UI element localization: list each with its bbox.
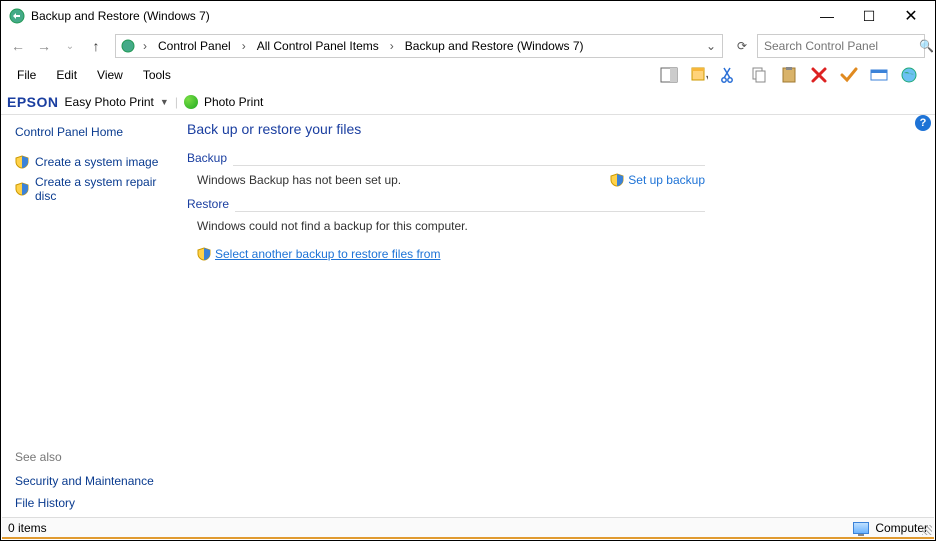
shield-icon [197, 247, 211, 261]
create-repair-disc-link[interactable]: Create a system repair disc [15, 175, 173, 203]
copy-icon[interactable] [749, 65, 769, 85]
crumb-backup-restore[interactable]: Backup and Restore (Windows 7) [401, 39, 588, 53]
view-options-icon[interactable]: ▾ [689, 65, 709, 85]
cut-icon[interactable] [719, 65, 739, 85]
create-system-image-label: Create a system image [35, 155, 158, 169]
location-icon [120, 38, 136, 54]
title-bar: Backup and Restore (Windows 7) — ☐ ✕ [1, 1, 935, 31]
resize-handle[interactable] [922, 525, 932, 535]
path-dropdown[interactable]: ⌄ [704, 39, 718, 53]
dropdown-icon[interactable]: ▼ [160, 97, 169, 107]
sidebar: Control Panel Home Create a system image… [1, 115, 181, 518]
window-icon[interactable] [869, 65, 889, 85]
easy-photo-print[interactable]: Easy Photo Print [65, 95, 154, 109]
backup-status-text: Windows Backup has not been set up. [197, 173, 610, 187]
window-title: Backup and Restore (Windows 7) [31, 9, 210, 23]
items-count: 0 items [8, 521, 47, 535]
file-history-link[interactable]: File History [15, 496, 173, 510]
preview-pane-icon[interactable] [659, 65, 679, 85]
recent-dropdown[interactable]: ⌄ [59, 35, 81, 57]
shield-icon [610, 173, 624, 187]
minimize-button[interactable]: — [815, 8, 839, 24]
select-another-backup-label: Select another backup to restore files f… [215, 247, 440, 261]
divider [235, 211, 705, 212]
check-icon[interactable] [839, 65, 859, 85]
forward-button[interactable]: → [33, 35, 55, 57]
menu-tools[interactable]: Tools [133, 65, 181, 85]
create-system-image-link[interactable]: Create a system image [15, 155, 173, 169]
toolbar-icons: ▾ [659, 65, 929, 85]
backup-section-title: Backup [187, 151, 233, 165]
menu-view[interactable]: View [87, 65, 133, 85]
search-input[interactable] [764, 39, 919, 53]
status-bar: 0 items Computer [2, 517, 934, 539]
crumb-all-items[interactable]: All Control Panel Items [253, 39, 383, 53]
security-maintenance-link[interactable]: Security and Maintenance [15, 474, 173, 488]
search-icon[interactable]: 🔍 [919, 39, 934, 53]
search-box[interactable]: 🔍 [757, 34, 925, 58]
menu-file[interactable]: File [7, 65, 46, 85]
photo-print[interactable]: Photo Print [204, 95, 263, 109]
back-button[interactable]: ← [7, 35, 29, 57]
epson-toolbar: EPSON Easy Photo Print ▼ | Photo Print [1, 89, 935, 115]
restore-section-title: Restore [187, 197, 235, 211]
divider [233, 165, 705, 166]
shield-icon [15, 182, 29, 196]
up-button[interactable]: ↑ [85, 35, 107, 57]
delete-icon[interactable] [809, 65, 829, 85]
restore-status-text: Windows could not find a backup for this… [197, 219, 705, 233]
menu-bar: File Edit View Tools ▾ [1, 61, 935, 89]
create-repair-disc-label: Create a system repair disc [35, 175, 173, 203]
breadcrumb-bar[interactable]: › Control Panel › All Control Panel Item… [115, 34, 723, 58]
main-pane: ? Back up or restore your files Backup W… [181, 115, 935, 518]
refresh-button[interactable]: ⟳ [731, 39, 753, 53]
set-up-backup-label: Set up backup [628, 173, 705, 187]
address-bar: ← → ⌄ ↑ › Control Panel › All Control Pa… [1, 31, 935, 61]
help-globe-icon[interactable] [899, 65, 919, 85]
help-icon[interactable]: ? [915, 115, 931, 131]
app-icon [9, 8, 25, 24]
close-button[interactable]: ✕ [899, 6, 923, 26]
set-up-backup-link[interactable]: Set up backup [610, 173, 705, 187]
computer-label: Computer [875, 521, 928, 535]
photo-print-icon [184, 95, 198, 109]
page-heading: Back up or restore your files [187, 121, 705, 137]
chevron-icon[interactable]: › [138, 39, 152, 53]
epson-brand: EPSON [7, 94, 59, 110]
menu-edit[interactable]: Edit [46, 65, 87, 85]
computer-icon [853, 522, 869, 534]
shield-icon [15, 155, 29, 169]
paste-icon[interactable] [779, 65, 799, 85]
chevron-icon[interactable]: › [237, 39, 251, 53]
see-also-heading: See also [15, 450, 173, 464]
maximize-button[interactable]: ☐ [857, 8, 881, 25]
crumb-control-panel[interactable]: Control Panel [154, 39, 235, 53]
computer-status[interactable]: Computer [853, 521, 928, 535]
select-another-backup-link[interactable]: Select another backup to restore files f… [197, 247, 440, 261]
control-panel-home-link[interactable]: Control Panel Home [15, 125, 173, 139]
chevron-icon[interactable]: › [385, 39, 399, 53]
svg-text:▾: ▾ [706, 73, 708, 82]
